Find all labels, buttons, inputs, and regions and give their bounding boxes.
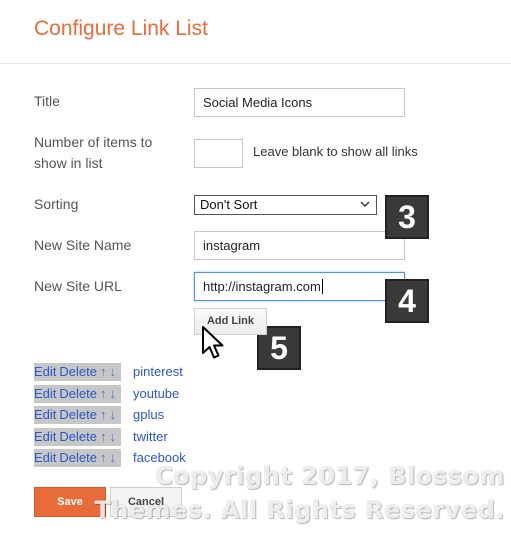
mouse-pointer-icon xyxy=(201,325,227,366)
link-site-name[interactable]: twitter xyxy=(133,428,168,446)
watermark-line2: Themes. All Rights Reserved. xyxy=(94,496,505,524)
edit-link[interactable]: Edit xyxy=(34,429,56,444)
link-site-name[interactable]: gplus xyxy=(133,406,164,424)
items-label-line2: show in list xyxy=(34,155,103,171)
delete-link[interactable]: Delete xyxy=(59,386,97,401)
move-up-icon[interactable]: ↑ xyxy=(100,429,107,444)
step-badge-3: 3 xyxy=(385,195,429,239)
edit-link[interactable]: Edit xyxy=(34,450,56,465)
link-site-name[interactable]: pinterest xyxy=(133,363,183,381)
items-label: Number of items to show in list xyxy=(34,132,152,174)
delete-link[interactable]: Delete xyxy=(59,407,97,422)
new-site-name-value: instagram xyxy=(203,238,261,253)
items-label-line1: Number of items to xyxy=(34,134,153,150)
edit-link[interactable]: Edit xyxy=(34,407,56,422)
move-up-icon[interactable]: ↑ xyxy=(100,407,107,422)
delete-link[interactable]: Delete xyxy=(59,429,97,444)
move-down-icon[interactable]: ↓ xyxy=(109,364,116,379)
title-input[interactable]: Social Media Icons xyxy=(194,88,405,117)
new-site-url-input[interactable]: http://instagram.com xyxy=(194,272,405,301)
edit-link[interactable]: Edit xyxy=(34,386,56,401)
new-site-url-value: http://instagram.com xyxy=(203,279,321,294)
title-label: Title xyxy=(34,93,60,109)
link-controls: Edit Delete ↑ ↓ xyxy=(34,385,121,403)
sorting-select-value: Don't Sort xyxy=(200,197,258,212)
link-controls: Edit Delete ↑ ↓ xyxy=(34,406,121,424)
delete-link[interactable]: Delete xyxy=(59,450,97,465)
link-site-name[interactable]: youtube xyxy=(133,385,179,403)
watermark-line1: Copyright 2017, Blossom xyxy=(155,462,505,490)
move-up-icon[interactable]: ↑ xyxy=(100,386,107,401)
move-down-icon[interactable]: ↓ xyxy=(109,386,116,401)
edit-link[interactable]: Edit xyxy=(34,364,56,379)
link-controls: Edit Delete ↑ ↓ xyxy=(34,363,121,381)
new-site-name-label: New Site Name xyxy=(34,237,132,253)
move-up-icon[interactable]: ↑ xyxy=(100,364,107,379)
title-input-value: Social Media Icons xyxy=(203,95,313,110)
sorting-select[interactable]: Don't Sort xyxy=(194,195,377,215)
items-count-input[interactable] xyxy=(194,139,243,168)
copyright-watermark: Copyright 2017, Blossom Themes. All Righ… xyxy=(94,459,505,527)
dialog-header: Configure Link List xyxy=(0,0,511,64)
sorting-label: Sorting xyxy=(34,196,79,212)
chevron-down-icon xyxy=(360,197,370,218)
move-down-icon[interactable]: ↓ xyxy=(109,429,116,444)
link-controls: Edit Delete ↑ ↓ xyxy=(34,428,121,446)
text-caret xyxy=(321,279,323,294)
dialog-title: Configure Link List xyxy=(34,17,208,40)
move-down-icon[interactable]: ↓ xyxy=(109,407,116,422)
new-site-url-label: New Site URL xyxy=(34,278,122,294)
new-site-name-input[interactable]: instagram xyxy=(194,231,405,260)
items-hint: Leave blank to show all links xyxy=(253,144,418,159)
delete-link[interactable]: Delete xyxy=(59,364,97,379)
step-badge-4: 4 xyxy=(385,279,429,323)
